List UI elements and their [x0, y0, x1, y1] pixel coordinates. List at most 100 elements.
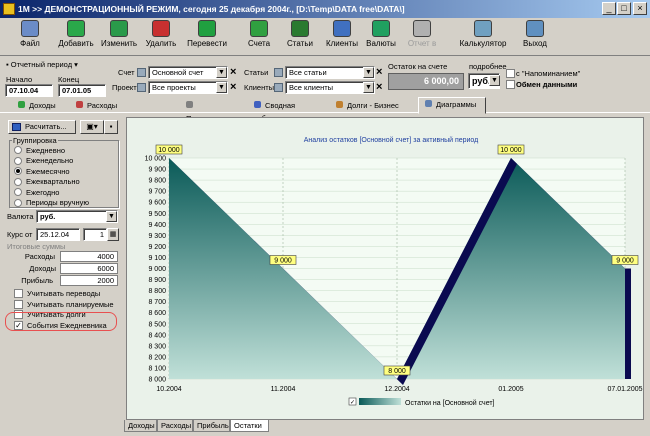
reminder-checkbox[interactable] — [506, 69, 515, 78]
grouping-label: Ежегодно — [26, 187, 60, 197]
calc-button[interactable]: Расчитать... — [8, 120, 76, 134]
chevron-down-icon[interactable]: ▼ — [216, 82, 227, 93]
chevron-down-icon[interactable]: ▼ — [363, 67, 374, 78]
grouping-radio-4[interactable] — [14, 188, 22, 196]
period-button[interactable]: ▪ Отчетный период ▾ — [6, 60, 78, 69]
clear-articles-icon[interactable]: × — [376, 66, 382, 78]
toolbar-button-0[interactable]: Файл — [17, 20, 43, 54]
grouping-radio-0[interactable] — [14, 146, 22, 154]
tab-label: Диаграммы — [436, 100, 477, 109]
print-button[interactable]: ▣▾ — [80, 120, 104, 134]
toolbar-button-10[interactable]: Калькулятор — [458, 20, 508, 54]
y-tick-label: 8 800 — [148, 288, 166, 295]
end-date-input[interactable]: 07.01.05 — [58, 84, 106, 97]
toolbar-button-label: Изменить — [100, 39, 138, 48]
bottom-tab-0[interactable]: Доходы — [124, 420, 157, 432]
transfer-icon — [198, 20, 216, 37]
x-tick-label: 01.2005 — [498, 386, 523, 393]
bottom-tab-2[interactable]: Прибыль — [193, 420, 230, 432]
save-chart-button[interactable]: ▪ — [104, 120, 118, 134]
project-icon — [137, 83, 146, 92]
toolbar-button-1[interactable]: Добавить — [57, 20, 95, 54]
option-checkbox-1[interactable] — [14, 299, 23, 309]
toolbar-button-6[interactable]: Статьи — [285, 20, 315, 54]
grouping-radio-2[interactable] — [14, 167, 22, 175]
close-button[interactable]: × — [633, 2, 647, 15]
clear-project-icon[interactable]: × — [230, 81, 236, 93]
rate-date-input[interactable]: 25.12.04 — [36, 228, 80, 241]
data-label: 9 000 — [274, 258, 292, 265]
add-icon — [67, 20, 85, 37]
tab-0[interactable]: Доходы — [12, 99, 68, 113]
y-tick-label: 8 100 — [148, 365, 166, 372]
articles-select[interactable]: Все статьи — [285, 66, 375, 79]
grouping-radio-1[interactable] — [14, 156, 22, 165]
chevron-down-icon[interactable]: ▼ — [363, 82, 374, 93]
y-tick-label: 9 600 — [148, 200, 166, 207]
app-icon — [3, 3, 15, 15]
chevron-down-icon[interactable]: ▼ — [489, 75, 500, 86]
y-tick-label: 9 200 — [148, 244, 166, 251]
rate-calendar-button[interactable]: ▦ — [107, 228, 119, 241]
currency-label: Валюта — [7, 212, 34, 221]
total-value: 2000 — [60, 275, 118, 286]
exchange-checkbox[interactable] — [506, 80, 515, 89]
total-value: 4000 — [60, 251, 118, 262]
y-tick-label: 8 700 — [148, 299, 166, 306]
tab-3[interactable]: Сводная таблица — [248, 99, 326, 123]
tab-2[interactable]: Планирование — [180, 99, 246, 123]
exit-icon — [526, 20, 544, 37]
toolbar-button-label: Счета — [247, 39, 271, 48]
y-tick-label: 8 500 — [148, 321, 166, 328]
clients-icon — [333, 20, 351, 37]
tab-5[interactable]: Диаграммы — [418, 97, 486, 114]
rate-value-input[interactable]: 1 — [83, 228, 107, 241]
x-tick-label: 12.2004 — [384, 386, 409, 393]
toolbar-button-9[interactable]: Отчет в — [405, 20, 439, 54]
tab-icon — [18, 101, 25, 108]
clear-clients-icon[interactable]: × — [376, 81, 382, 93]
bottom-tab-3[interactable]: Остатки — [230, 420, 269, 432]
toolbar-button-11[interactable]: Выход — [518, 20, 552, 54]
toolbar-button-4[interactable]: Перевести — [185, 20, 229, 54]
toolbar-button-8[interactable]: Валюты — [365, 20, 397, 54]
tab-icon — [425, 100, 432, 107]
file-icon — [21, 20, 39, 37]
tab-1[interactable]: Расходы — [70, 99, 130, 113]
toolbar-button-7[interactable]: Клиенты — [323, 20, 361, 54]
grouping-radio-5[interactable] — [14, 198, 22, 207]
grouping-radio-3[interactable] — [14, 177, 22, 186]
grouping-label: Ежеквартально — [26, 177, 80, 186]
series-end-cap — [625, 268, 631, 379]
chart-panel: 10 000 9 900 9 800 9 700 9 600 9 500 9 400 9 30… — [126, 117, 644, 420]
x-tick-label: 07.01.2005 — [607, 386, 642, 393]
chevron-down-icon[interactable]: ▼ — [216, 67, 227, 78]
y-tick-label: 8 400 — [148, 332, 166, 339]
total-label: Прибыль — [21, 276, 53, 285]
toolbar-button-label: Калькулятор — [459, 39, 507, 48]
toolbar-button-label: Файл — [20, 39, 40, 48]
start-date-input[interactable]: 07.10.04 — [5, 84, 53, 97]
tab-icon — [186, 101, 193, 108]
toolbar-button-3[interactable]: Удалить — [142, 20, 180, 54]
totals-title: Итоговые суммы — [7, 242, 66, 251]
option-label: Учитывать планируемые — [27, 299, 114, 309]
toolbar-button-5[interactable]: Счета — [246, 20, 272, 54]
legend-check-mark: ✓ — [350, 400, 355, 406]
maximize-button[interactable]: □ — [617, 2, 631, 15]
clients-select[interactable]: Все клиенты — [285, 81, 375, 94]
toolbar-button-label: Статьи — [287, 39, 313, 48]
y-tick-label: 9 400 — [148, 222, 166, 229]
minimize-button[interactable]: _ — [602, 2, 616, 15]
tab-4[interactable]: Долги - Бизнес — [330, 99, 414, 113]
clear-account-icon[interactable]: × — [230, 66, 236, 78]
option-checkbox-0[interactable] — [14, 289, 23, 298]
toolbar-button-2[interactable]: Изменить — [98, 20, 140, 54]
bottom-tab-1[interactable]: Расходы — [157, 420, 193, 432]
detail-label: подробнее — [469, 62, 507, 71]
chevron-down-icon[interactable]: ▼ — [106, 211, 117, 222]
data-label: 10 000 — [158, 147, 180, 154]
tab-icon — [254, 101, 261, 108]
option-label: Учитывать переводы — [27, 289, 101, 298]
y-tick-label: 8 900 — [148, 277, 166, 284]
